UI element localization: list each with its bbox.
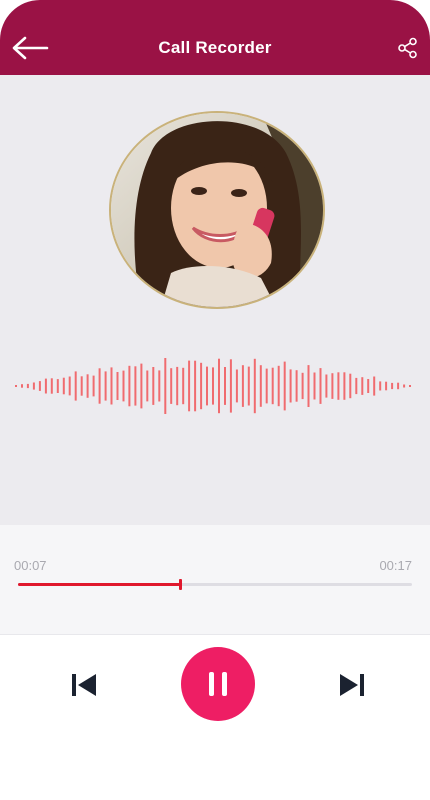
waveform-bar [122, 370, 125, 402]
waveform-bar [158, 370, 161, 402]
page-title: Call Recorder [158, 38, 272, 57]
share-icon [398, 37, 417, 59]
waveform-bar [265, 368, 268, 404]
waveform-bar [379, 381, 382, 391]
waveform-bar [21, 384, 23, 388]
skip-next-icon [340, 674, 364, 696]
waveform-bar [38, 381, 41, 391]
waveform-bar [26, 383, 29, 389]
progress-panel: 00:07 00:17 [0, 525, 430, 634]
skip-previous-icon [72, 674, 96, 696]
waveform-bar [110, 367, 113, 405]
waveform-bar [15, 385, 17, 387]
waveform-bar [409, 385, 411, 387]
pause-button[interactable] [181, 647, 255, 721]
waveform-bar [325, 374, 328, 398]
waveform-bar [212, 367, 214, 405]
waveform-bar [86, 374, 89, 398]
waveform-bar [140, 363, 143, 409]
waveform-bar [116, 372, 119, 400]
waveform-bar [289, 369, 292, 403]
waveform-bar [283, 361, 286, 411]
pause-icon [209, 672, 227, 696]
waveform-bar [92, 375, 95, 397]
waveform-bar [337, 372, 340, 400]
waveform-bar [349, 373, 352, 399]
waveform-bar [391, 382, 394, 390]
waveform-bar [343, 372, 346, 400]
waveform-bar [301, 372, 304, 400]
recording-panel [0, 75, 430, 525]
total-duration: 00:17 [379, 558, 412, 573]
waveform-bar [259, 365, 262, 407]
waveform-bar [206, 366, 208, 406]
waveform-bar [128, 365, 131, 407]
audio-waveform [15, 358, 411, 414]
waveform-bar [134, 366, 137, 406]
screen: Call Recorder 00:07 00:17 [0, 0, 430, 800]
contact-avatar [109, 111, 325, 309]
waveform-bar [403, 384, 406, 388]
waveform-bar [295, 370, 298, 402]
waveform-bar [247, 366, 250, 406]
waveform-bar [194, 360, 197, 412]
app-bar: Call Recorder [0, 0, 430, 75]
waveform-bar [80, 376, 83, 396]
woman-on-phone-icon [111, 113, 323, 307]
waveform-bar [373, 376, 376, 396]
waveform-bar [98, 368, 101, 404]
waveform-bar [188, 360, 191, 412]
waveform-bar [224, 367, 226, 405]
waveform-bar [182, 367, 185, 405]
waveform-bar [50, 378, 53, 394]
waveform-bar [319, 368, 322, 404]
waveform-bar [44, 378, 47, 394]
waveform-bar [277, 365, 280, 407]
elapsed-time: 00:07 [14, 558, 47, 573]
previous-button[interactable] [66, 667, 102, 703]
waveform-bar [229, 359, 232, 413]
waveform-bar [176, 366, 179, 406]
waveform-bar [241, 365, 244, 407]
waveform-bar [170, 368, 173, 404]
playback-controls [0, 634, 430, 800]
waveform-bar [361, 377, 364, 395]
waveform-bar [104, 371, 107, 401]
waveform-bar [235, 369, 238, 403]
waveform-bar [32, 382, 35, 390]
next-button[interactable] [334, 667, 370, 703]
waveform-bar [385, 381, 388, 391]
waveform-bar [146, 370, 149, 402]
waveform-bar [218, 358, 220, 414]
waveform-bar [397, 382, 400, 390]
waveform-bar [313, 372, 316, 400]
waveform-bar [152, 367, 155, 405]
waveform-bar [164, 358, 167, 414]
waveform-bar [355, 377, 358, 395]
seek-bar-thumb[interactable] [178, 579, 182, 590]
waveform-bar [253, 358, 256, 414]
waveform-bar [271, 367, 274, 405]
waveform-bar [56, 379, 59, 393]
waveform-bar [307, 365, 310, 407]
seek-bar-progress [18, 583, 180, 586]
waveform-bar [367, 379, 370, 393]
seek-bar[interactable] [18, 579, 412, 590]
waveform-bar [74, 371, 77, 401]
waveform-bar [200, 362, 203, 410]
share-button[interactable] [394, 34, 422, 62]
waveform-bar [62, 377, 65, 395]
waveform-bar [68, 376, 71, 396]
waveform-bar [331, 373, 334, 399]
